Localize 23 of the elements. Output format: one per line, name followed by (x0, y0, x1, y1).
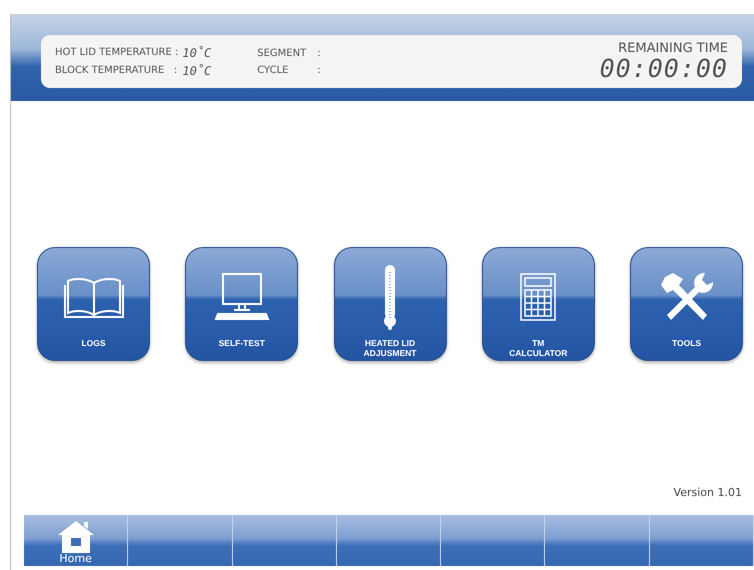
reading-label: BLOCK TEMPERATURE : (55, 65, 178, 76)
menu-tile[interactable]: SELF-TEST (185, 247, 298, 361)
menu-tile[interactable]: TM CALCULATOR (482, 247, 595, 361)
version-label: Version 1.01 (674, 486, 742, 501)
menu-tile[interactable]: TOOLS (630, 247, 743, 361)
calculator-icon (520, 273, 556, 321)
thermometer-icon (382, 264, 398, 330)
progress-label: SEGMENT (257, 48, 308, 58)
reading-label: HOT LID TEMPERATURE : (55, 47, 178, 58)
progress-separator: : (317, 48, 321, 58)
progress-label: CYCLE (257, 64, 290, 76)
computer-icon (214, 272, 270, 322)
home-icon (56, 519, 96, 553)
remaining-time-label: REMAINING TIME (618, 41, 728, 56)
reading-value: 10˚C (182, 64, 212, 78)
tools-icon (658, 271, 714, 323)
book-icon (64, 275, 124, 319)
home-tab[interactable]: Home (24, 515, 128, 566)
reading-value: 10˚C (182, 46, 212, 60)
menu-tile[interactable]: LOGS (37, 247, 150, 361)
remaining-time-value: 00:00:00 (600, 56, 728, 82)
progress-separator: : (317, 64, 321, 76)
menu-tile[interactable]: HEATED LID ADJUSMENT (334, 247, 446, 361)
